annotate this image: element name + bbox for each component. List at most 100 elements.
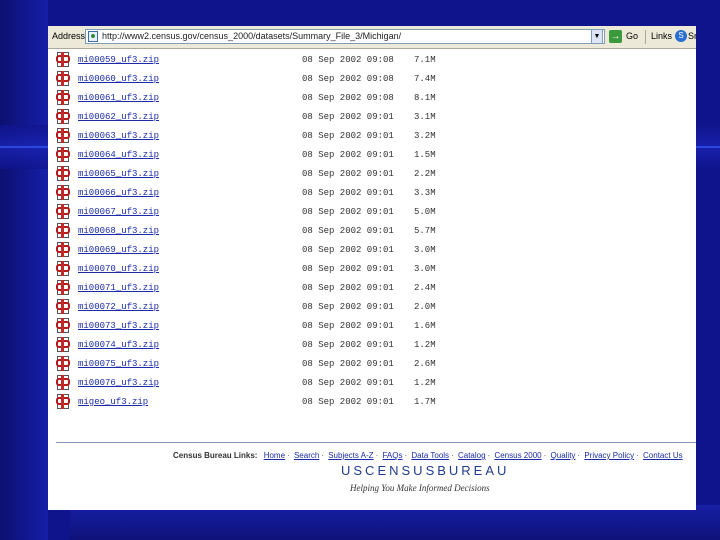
file-date: 08 Sep 2002 09:01 — [302, 112, 394, 122]
snagit-icon[interactable]: S — [675, 30, 687, 42]
file-size: 3.0M — [414, 264, 436, 274]
go-button[interactable]: Go — [626, 31, 638, 41]
footer-links-label: Census Bureau Links: — [173, 451, 258, 460]
file-link[interactable]: mi00074_uf3.zip — [78, 340, 159, 350]
footer-link-search[interactable]: Search — [294, 451, 319, 460]
file-date: 08 Sep 2002 09:01 — [302, 378, 394, 388]
file-row: mi00069_uf3.zip 08 Sep 2002 09:01 3.0M — [48, 240, 696, 259]
file-size: 5.0M — [414, 207, 436, 217]
zip-file-icon — [56, 185, 70, 200]
file-size: 7.4M — [414, 74, 436, 84]
file-link[interactable]: mi00062_uf3.zip — [78, 112, 159, 122]
file-row: mi00067_uf3.zip 08 Sep 2002 09:01 5.0M — [48, 202, 696, 221]
zip-file-icon — [56, 71, 70, 86]
file-date: 08 Sep 2002 09:01 — [302, 264, 394, 274]
file-size: 2.6M — [414, 359, 436, 369]
file-date: 08 Sep 2002 09:08 — [302, 74, 394, 84]
zip-file-icon — [56, 223, 70, 238]
toolbar-separator — [645, 30, 646, 44]
footer-link-faqs[interactable]: FAQs — [382, 451, 402, 460]
file-date: 08 Sep 2002 09:01 — [302, 302, 394, 312]
file-link[interactable]: mi00059_uf3.zip — [78, 55, 159, 65]
file-link[interactable]: mi00070_uf3.zip — [78, 264, 159, 274]
file-size: 2.2M — [414, 169, 436, 179]
file-size: 1.2M — [414, 378, 436, 388]
browser-window: Address http://www2.census.gov/census_20… — [48, 26, 696, 510]
footer-separator: · — [287, 451, 290, 460]
file-date: 08 Sep 2002 09:08 — [302, 93, 394, 103]
file-row: mi00068_uf3.zip 08 Sep 2002 09:01 5.7M — [48, 221, 696, 240]
file-date: 08 Sep 2002 09:01 — [302, 397, 394, 407]
file-row: mi00075_uf3.zip 08 Sep 2002 09:01 2.6M — [48, 354, 696, 373]
address-label: Address — [52, 31, 86, 41]
zip-file-icon — [56, 52, 70, 67]
file-size: 1.2M — [414, 340, 436, 350]
zip-file-icon — [56, 394, 70, 409]
file-link[interactable]: mi00072_uf3.zip — [78, 302, 159, 312]
file-date: 08 Sep 2002 09:01 — [302, 207, 394, 217]
footer-link-quality[interactable]: Quality — [551, 451, 576, 460]
footer-separator: · — [487, 451, 491, 460]
links-button[interactable]: Links — [651, 31, 672, 41]
zip-file-icon — [56, 356, 70, 371]
file-link[interactable]: mi00065_uf3.zip — [78, 169, 159, 179]
file-link[interactable]: mi00064_uf3.zip — [78, 150, 159, 160]
footer-link-subjects[interactable]: Subjects A-Z — [328, 451, 373, 460]
file-date: 08 Sep 2002 09:01 — [302, 245, 394, 255]
zip-file-icon — [56, 299, 70, 314]
file-date: 08 Sep 2002 09:01 — [302, 359, 394, 369]
address-url[interactable]: http://www2.census.gov/census_2000/datas… — [102, 31, 401, 41]
file-link[interactable]: mi00066_uf3.zip — [78, 188, 159, 198]
footer-link-census-2000[interactable]: Census 2000 — [494, 451, 541, 460]
file-row: migeo_uf3.zip 08 Sep 2002 09:01 1.7M — [48, 392, 696, 411]
file-link[interactable]: mi00073_uf3.zip — [78, 321, 159, 331]
file-size: 3.2M — [414, 131, 436, 141]
file-size: 5.7M — [414, 226, 436, 236]
footer-link-contact-us[interactable]: Contact Us — [643, 451, 683, 460]
slide-bottom-band — [70, 505, 720, 540]
footer-separator: · — [375, 451, 379, 460]
file-date: 08 Sep 2002 09:01 — [302, 169, 394, 179]
file-link[interactable]: mi00071_uf3.zip — [78, 283, 159, 293]
file-link[interactable]: mi00076_uf3.zip — [78, 378, 159, 388]
snagit-button[interactable]: Sn — [688, 31, 696, 41]
zip-file-icon — [56, 128, 70, 143]
file-link[interactable]: mi00061_uf3.zip — [78, 93, 159, 103]
zip-file-icon — [56, 280, 70, 295]
file-link[interactable]: mi00068_uf3.zip — [78, 226, 159, 236]
file-row: mi00071_uf3.zip 08 Sep 2002 09:01 2.4M — [48, 278, 696, 297]
file-link[interactable]: mi00069_uf3.zip — [78, 245, 159, 255]
footer-link-data-tools[interactable]: Data Tools — [411, 451, 449, 460]
file-size: 2.0M — [414, 302, 436, 312]
file-link[interactable]: mi00063_uf3.zip — [78, 131, 159, 141]
go-arrow-icon[interactable]: → — [609, 30, 622, 43]
address-input[interactable]: http://www2.census.gov/census_2000/datas… — [85, 29, 605, 44]
address-dropdown-button[interactable]: ▼ — [591, 29, 603, 44]
slide-left-panel — [0, 0, 48, 540]
zip-file-icon — [56, 204, 70, 219]
file-date: 08 Sep 2002 09:08 — [302, 55, 394, 65]
zip-file-icon — [56, 90, 70, 105]
file-date: 08 Sep 2002 09:01 — [302, 321, 394, 331]
footer-link-catalog[interactable]: Catalog — [458, 451, 486, 460]
file-date: 08 Sep 2002 09:01 — [302, 131, 394, 141]
file-link[interactable]: migeo_uf3.zip — [78, 397, 148, 407]
file-size: 1.7M — [414, 397, 436, 407]
file-link[interactable]: mi00075_uf3.zip — [78, 359, 159, 369]
footer-separator: · — [451, 451, 454, 460]
footer-link-home[interactable]: Home — [264, 451, 285, 460]
file-row: mi00072_uf3.zip 08 Sep 2002 09:01 2.0M — [48, 297, 696, 316]
file-link[interactable]: mi00060_uf3.zip — [78, 74, 159, 84]
file-row: mi00061_uf3.zip 08 Sep 2002 09:08 8.1M — [48, 88, 696, 107]
census-bureau-logo[interactable]: USCENSUSBUREAU — [341, 463, 509, 478]
census-bureau-links: Census Bureau Links: Home · Search · Subje… — [173, 451, 683, 460]
zip-file-icon — [56, 318, 70, 333]
footer-link-privacy-policy[interactable]: Privacy Policy — [584, 451, 634, 460]
file-link[interactable]: mi00067_uf3.zip — [78, 207, 159, 217]
zip-file-icon — [56, 147, 70, 162]
file-date: 08 Sep 2002 09:01 — [302, 226, 394, 236]
file-date: 08 Sep 2002 09:01 — [302, 340, 394, 350]
file-row: mi00064_uf3.zip 08 Sep 2002 09:01 1.5M — [48, 145, 696, 164]
file-list: mi00059_uf3.zip 08 Sep 2002 09:08 7.1M m… — [48, 50, 696, 411]
file-date: 08 Sep 2002 09:01 — [302, 188, 394, 198]
